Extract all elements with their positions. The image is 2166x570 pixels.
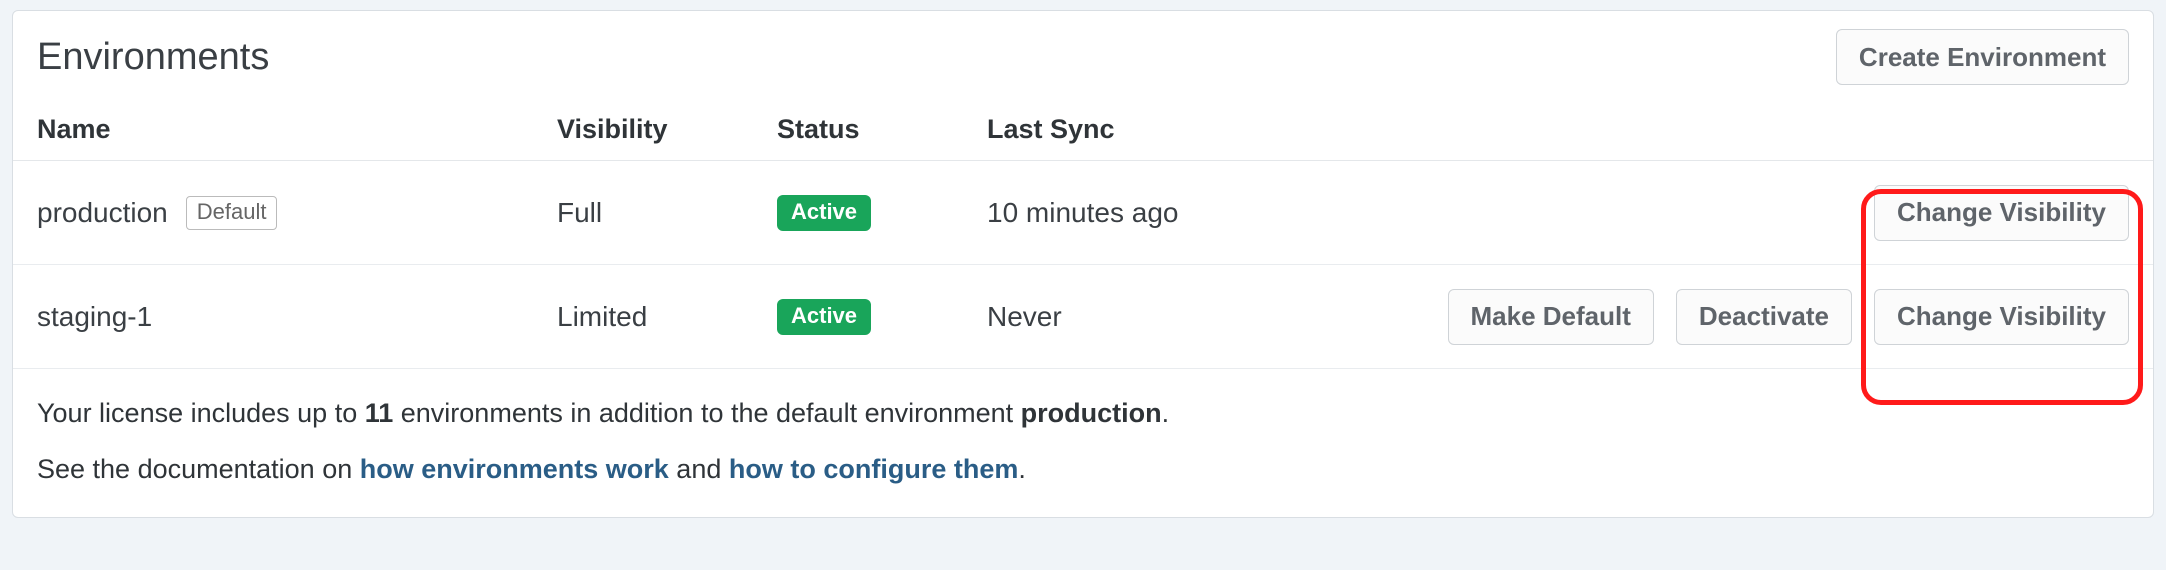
default-badge: Default: [186, 196, 278, 230]
panel-header: Environments Create Environment: [13, 11, 2153, 99]
environment-name: staging-1: [37, 301, 152, 333]
docs-link-how-work[interactable]: how environments work: [360, 454, 669, 484]
status-badge: Active: [777, 299, 871, 335]
column-last-sync: Last Sync: [987, 114, 2129, 145]
change-visibility-button[interactable]: Change Visibility: [1874, 185, 2129, 241]
column-name: Name: [37, 114, 557, 145]
make-default-button[interactable]: Make Default: [1448, 289, 1654, 345]
page-title: Environments: [37, 36, 269, 79]
license-info-line: Your license includes up to 11 environme…: [37, 393, 2129, 435]
table-row: production Default Full Active 10 minute…: [13, 161, 2153, 265]
column-status: Status: [777, 114, 987, 145]
environments-panel: Environments Create Environment Name Vis…: [12, 10, 2154, 518]
visibility-value: Limited: [557, 301, 777, 333]
column-visibility: Visibility: [557, 114, 777, 145]
docs-line: See the documentation on how environment…: [37, 449, 2129, 491]
status-badge: Active: [777, 195, 871, 231]
environment-name: production: [37, 197, 168, 229]
create-environment-button[interactable]: Create Environment: [1836, 29, 2129, 85]
change-visibility-button[interactable]: Change Visibility: [1874, 289, 2129, 345]
last-sync-value: 10 minutes ago: [987, 197, 1874, 229]
last-sync-value: Never: [987, 301, 1448, 333]
docs-link-configure[interactable]: how to configure them: [729, 454, 1019, 484]
panel-footer: Your license includes up to 11 environme…: [13, 369, 2153, 517]
visibility-value: Full: [557, 197, 777, 229]
column-header-row: Name Visibility Status Last Sync: [13, 99, 2153, 161]
deactivate-button[interactable]: Deactivate: [1676, 289, 1852, 345]
table-row: staging-1 Limited Active Never Make Defa…: [13, 265, 2153, 369]
